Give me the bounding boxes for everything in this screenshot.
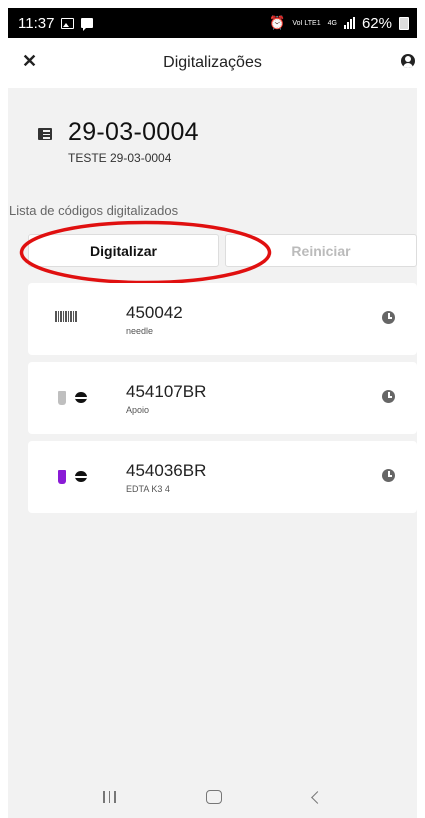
tube-cap-icon (75, 471, 87, 482)
tube-icon (58, 470, 66, 484)
item-code: 450042 (126, 303, 183, 322)
reset-button[interactable]: Reiniciar (225, 234, 417, 267)
clock-icon[interactable] (382, 311, 395, 324)
user-account-icon[interactable] (401, 54, 415, 68)
network-type: 4G (327, 19, 337, 27)
signal-icon (343, 17, 355, 29)
app-bar: ✕ Digitalizações (8, 38, 417, 88)
tube-cap-icon (75, 392, 87, 403)
close-icon[interactable]: ✕ (22, 51, 37, 72)
home-icon[interactable] (206, 790, 223, 804)
item-description: needle (126, 326, 154, 336)
status-time: 11:37 (18, 14, 55, 32)
message-notification-icon (81, 18, 94, 31)
gallery-notification-icon (61, 17, 75, 29)
main-content: 29-03-0004 TESTE 29-03-0004 Lista de cód… (8, 88, 417, 776)
page-title: Digitalizações (163, 54, 262, 71)
battery-icon (399, 16, 409, 30)
tube-icon (58, 391, 66, 405)
alarm-icon: ⏰ (269, 15, 286, 30)
back-icon[interactable] (310, 790, 324, 804)
scan-button[interactable]: Digitalizar (28, 234, 219, 267)
clock-icon[interactable] (382, 390, 395, 403)
item-code: 454107BR (126, 382, 207, 401)
item-description: EDTA K3 4 (126, 484, 170, 494)
status-bar: 11:37 ⏰ VoI LTE1 4G 62% (8, 8, 417, 38)
item-code: 454036BR (126, 461, 207, 480)
item-description: Apoio (126, 405, 150, 415)
list-item[interactable]: 454107BR Apoio (28, 362, 417, 434)
list-item[interactable]: 450042 needle (28, 283, 417, 355)
recents-icon[interactable] (103, 791, 116, 803)
section-label: Lista de códigos digitalizados (9, 203, 179, 218)
battery-percent: 62% (361, 14, 392, 32)
clock-icon[interactable] (382, 469, 395, 482)
barcode-icon (55, 311, 77, 322)
list-icon (38, 128, 52, 140)
volte-label: VoI LTE1 (292, 19, 321, 27)
order-header: 29-03-0004 TESTE 29-03-0004 (38, 118, 199, 165)
system-nav-bar (8, 776, 417, 818)
order-subtitle: TESTE 29-03-0004 (68, 151, 172, 165)
order-number: 29-03-0004 (68, 118, 199, 146)
list-item[interactable]: 454036BR EDTA K3 4 (28, 441, 417, 513)
